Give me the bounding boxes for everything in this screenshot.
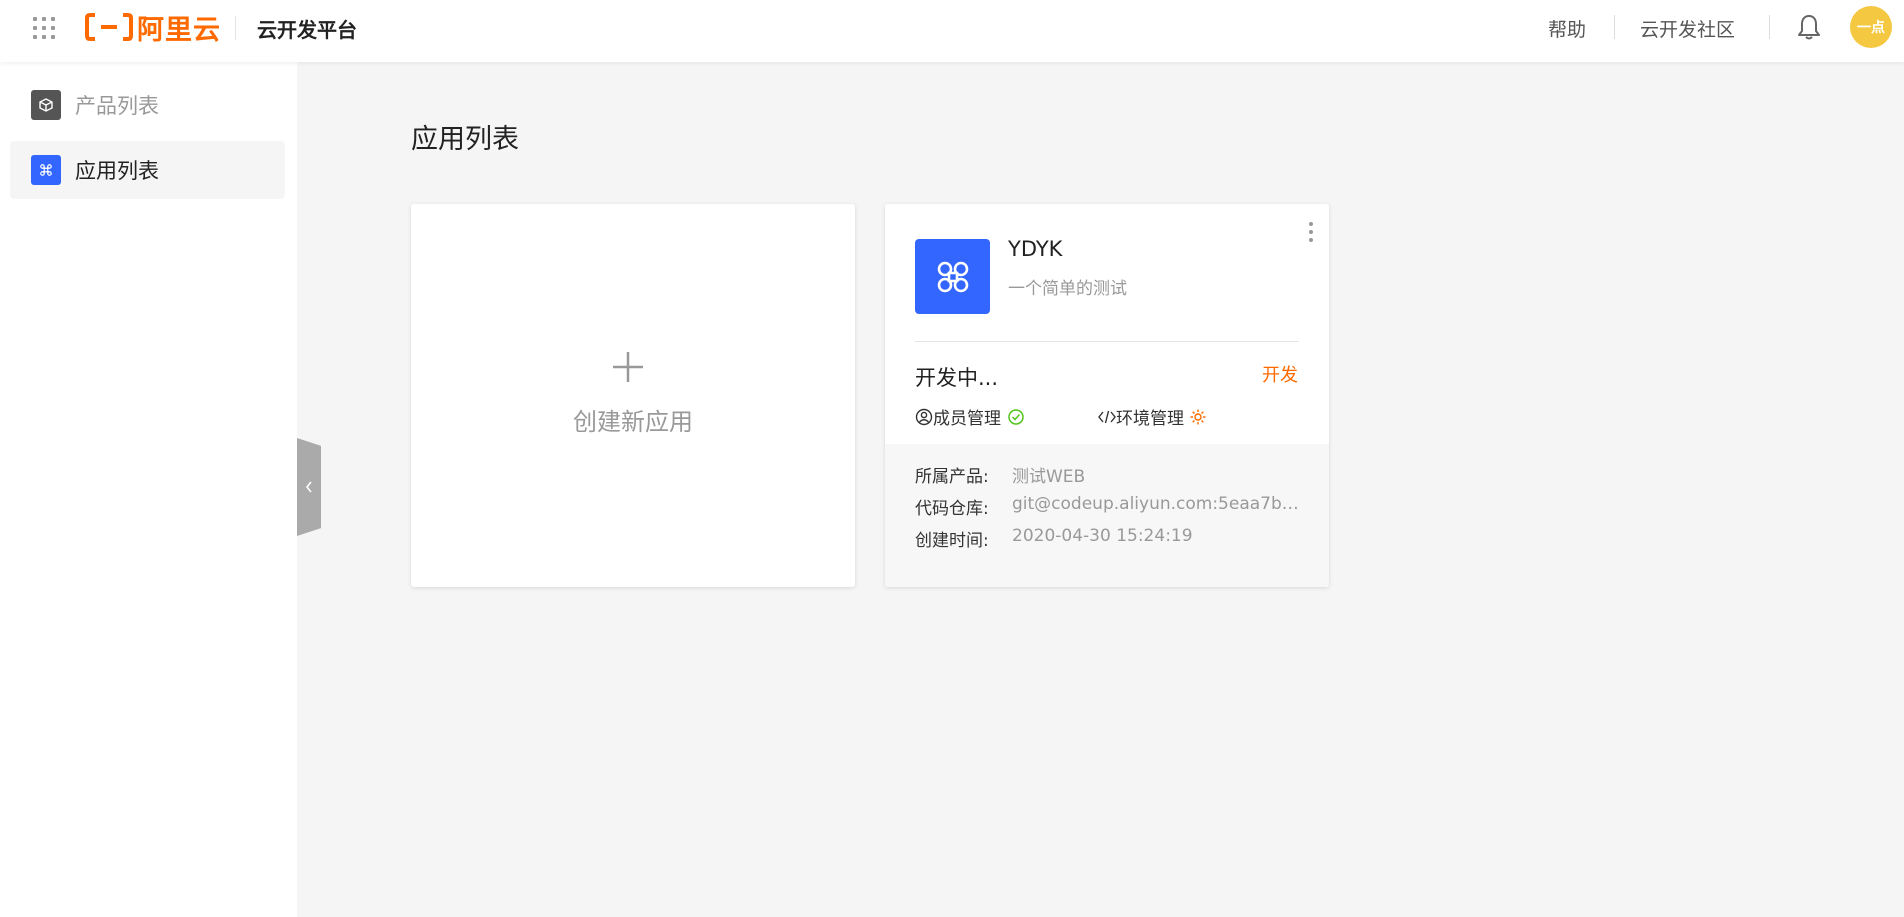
environment-management-label: 环境管理 [1116,409,1184,429]
member-management-link[interactable]: 成员管理 [915,404,1025,429]
sidebar-item-label: 产品列表 [75,94,159,118]
info-row-repository: 代码仓库: git@codeup.aliyun.com:5eaa7be… [915,494,1302,519]
sidebar-item-label: 应用列表 [75,159,159,183]
check-circle-icon [1008,408,1024,425]
environment-management-link[interactable]: 环境管理 [1098,404,1207,429]
page-title: 应用列表 [411,124,519,155]
app-description: 一个简单的测试 [1008,279,1127,299]
command-icon [31,155,61,185]
info-label: 所属产品: [915,467,989,487]
app-card[interactable]: YDYK 一个简单的测试 开发中... 开发 成员管理 环境管理 所属产品: 测… [885,204,1329,587]
info-value[interactable]: git@codeup.aliyun.com:5eaa7be… [1012,494,1302,519]
sidebar-collapse-button[interactable] [297,438,321,536]
chevron-left-icon [305,481,312,493]
gear-warning-icon [1190,409,1206,424]
app-info-panel: 所属产品: 测试WEB 代码仓库: git@codeup.aliyun.com:… [885,444,1329,587]
sidebar-item-apps[interactable]: 应用列表 [10,141,285,199]
sidebar-item-products[interactable]: 产品列表 [10,76,285,134]
app-status: 开发中... [915,366,999,390]
cube-icon [31,90,61,120]
more-options-icon[interactable] [1306,220,1316,244]
platform-title: 云开发平台 [257,18,357,42]
user-avatar[interactable]: 一点 [1850,6,1892,48]
user-circle-icon [915,408,933,425]
develop-link[interactable]: 开发 [1262,361,1298,387]
plus-icon [613,352,643,382]
app-name: YDYK [1008,237,1063,261]
info-value: 测试WEB [1012,467,1086,487]
info-row-created-time: 创建时间: 2020-04-30 15:24:19 [915,526,1302,551]
header-separator [1769,15,1770,39]
top-navigation-bar: 阿里云 云开发平台 帮助 云开发社区 一点 [0,0,1904,62]
card-divider [915,341,1299,342]
sidebar: 产品列表 应用列表 [0,62,297,917]
community-link[interactable]: 云开发社区 [1640,15,1735,42]
bell-icon[interactable] [1796,13,1822,41]
header-divider [235,16,236,40]
member-management-label: 成员管理 [933,409,1001,429]
create-app-label: 创建新应用 [573,408,693,436]
info-row-product: 所属产品: 测试WEB [915,462,1302,487]
app-grid-menu-icon[interactable] [31,15,57,41]
logo-text: 阿里云 [137,14,221,46]
info-value: 2020-04-30 15:24:19 [1012,526,1193,546]
info-label: 创建时间: [915,531,989,551]
create-app-card[interactable]: 创建新应用 [411,204,855,587]
header-separator [1614,15,1615,39]
info-label: 代码仓库: [915,499,989,519]
help-link[interactable]: 帮助 [1548,15,1586,42]
aliyun-logo[interactable]: 阿里云 [85,11,221,46]
aliyun-logo-mark-icon [85,13,133,41]
app-command-icon [915,239,990,314]
code-icon [1098,410,1116,423]
